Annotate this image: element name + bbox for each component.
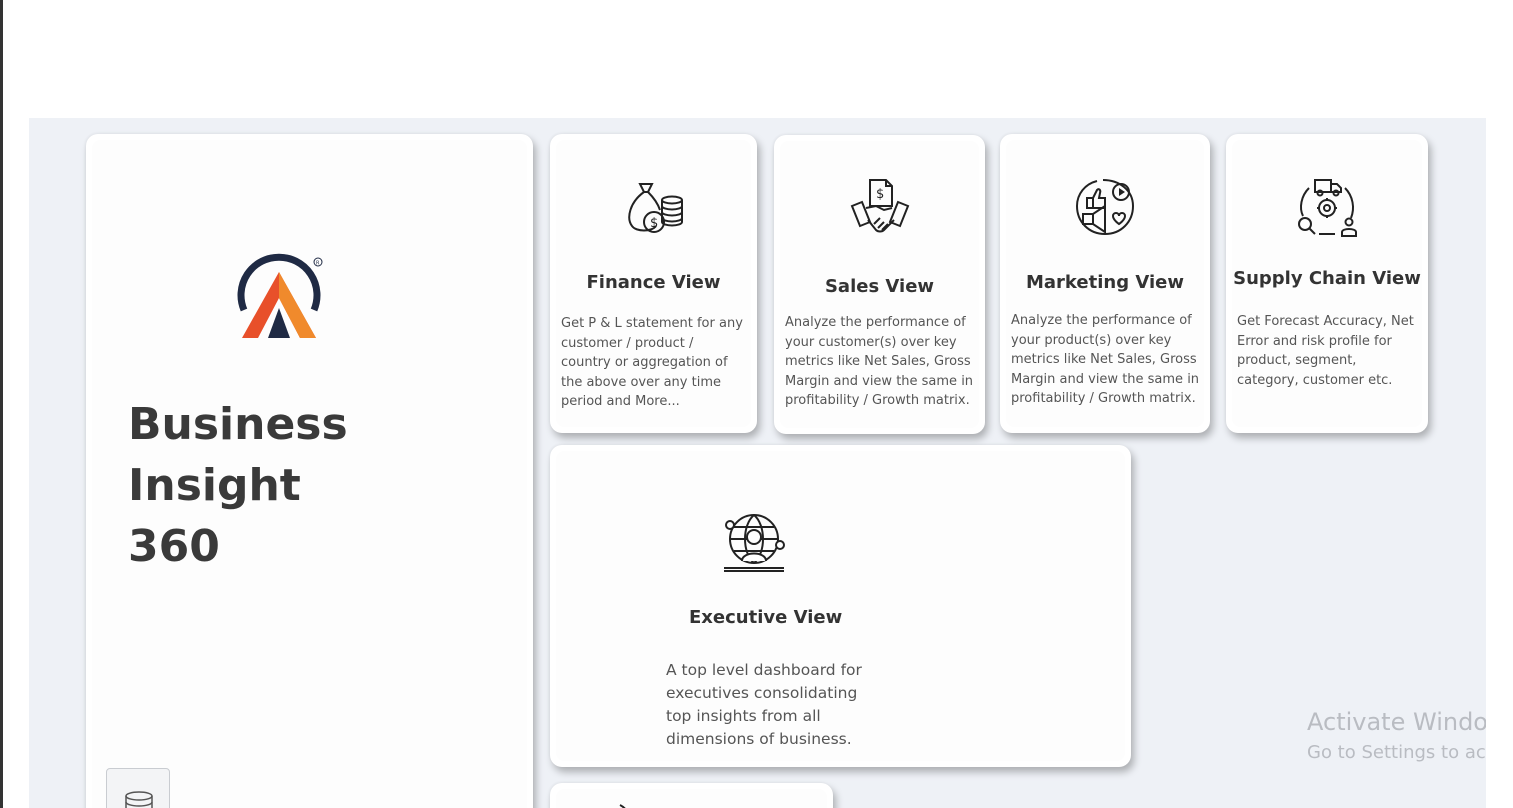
finance-view-title: Finance View xyxy=(586,272,721,293)
atliq-logo-icon: R xyxy=(237,253,323,338)
svg-text:$: $ xyxy=(876,187,884,202)
brand-title-line2: 360 xyxy=(128,521,220,572)
report-canvas: R Business Insight 360 $ Finance View Ge… xyxy=(29,118,1486,808)
finance-view-card[interactable]: $ Finance View Get P & L statement for a… xyxy=(550,134,757,433)
supply-chain-view-description: Get Forecast Accuracy, Net Error and ris… xyxy=(1237,314,1414,388)
sales-view-card[interactable]: $ Sales View Analyze the performance of … xyxy=(774,135,985,434)
data-source-button[interactable] xyxy=(106,768,170,808)
supply-chain-view-card[interactable]: Supply Chain View Get Forecast Accuracy,… xyxy=(1226,134,1428,433)
marketing-view-title: Marketing View xyxy=(1026,272,1184,293)
sales-view-description: Analyze the performance of your customer… xyxy=(785,315,974,408)
window-left-border xyxy=(0,0,3,808)
activate-windows-watermark: Activate Windows Go to Settings to activ… xyxy=(1307,708,1486,763)
brand-panel: R Business Insight 360 xyxy=(86,134,533,808)
brand-title-line1: Business Insight xyxy=(128,399,348,511)
watermark-line1: Activate Windows xyxy=(1307,708,1486,736)
supply-chain-cycle-icon xyxy=(1298,179,1357,237)
svg-text:R: R xyxy=(316,261,320,267)
watermark-line2: Go to Settings to activate Windows. xyxy=(1307,742,1486,763)
handshake-document-icon: $ xyxy=(850,179,909,233)
partial-card-icon xyxy=(619,804,626,808)
money-bag-coins-icon: $ xyxy=(627,183,683,233)
marketing-view-description: Analyze the performance of your product(… xyxy=(1011,313,1200,406)
svg-text:$: $ xyxy=(650,216,658,231)
supply-chain-view-title: Supply Chain View xyxy=(1233,268,1421,289)
executive-view-description: A top level dashboard for executives con… xyxy=(666,661,862,748)
finance-view-description: Get P & L statement for any customer / p… xyxy=(561,316,743,409)
marketing-view-card[interactable]: Marketing View Analyze the performance o… xyxy=(1000,134,1210,433)
database-icon xyxy=(125,791,153,808)
executive-view-title: Executive View xyxy=(689,607,843,628)
executive-view-card[interactable]: Executive View A top level dashboard for… xyxy=(550,445,1131,767)
megaphone-social-icon xyxy=(1075,179,1135,236)
brand-title: Business Insight 360 xyxy=(128,394,508,577)
sales-view-title: Sales View xyxy=(824,276,935,297)
partial-view-card[interactable] xyxy=(550,783,833,808)
executive-globe-icon xyxy=(724,514,785,572)
